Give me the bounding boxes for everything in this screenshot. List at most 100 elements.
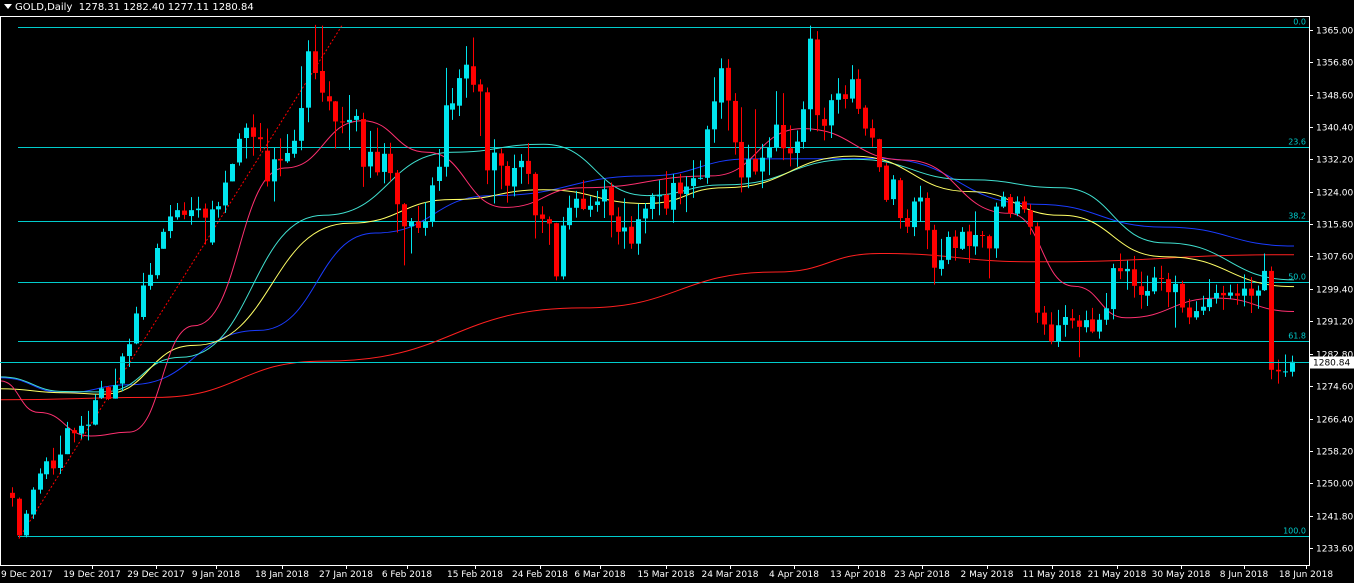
candle-body <box>1008 197 1013 214</box>
candle-body <box>554 223 559 277</box>
candle-body <box>657 194 662 197</box>
candle-body <box>106 387 111 399</box>
candle <box>863 105 868 136</box>
candle <box>657 180 662 216</box>
candle <box>210 200 215 245</box>
candle-body <box>1194 311 1199 318</box>
candle-body <box>1221 292 1226 296</box>
candle-body <box>829 100 834 126</box>
candle-body <box>616 216 621 232</box>
candle <box>836 78 841 114</box>
candle <box>340 106 345 134</box>
x-tick-label: 27 Jan 2018 <box>319 570 373 580</box>
candle-body <box>327 96 332 102</box>
candle <box>285 134 290 163</box>
candle-body <box>1063 316 1068 325</box>
candle <box>450 87 455 120</box>
candle-body <box>168 216 173 232</box>
candle <box>251 114 256 156</box>
candle-body <box>58 454 63 468</box>
candle-body <box>1235 293 1240 296</box>
candle-body <box>636 219 641 244</box>
candle-body <box>79 425 84 434</box>
candle <box>526 143 531 185</box>
fib-label: 23.6 <box>1288 138 1306 147</box>
fib-label: 61.8 <box>1288 332 1306 341</box>
candle <box>1152 266 1157 295</box>
candle-body <box>540 214 545 219</box>
candle-body <box>450 103 455 110</box>
candle-body <box>361 119 366 167</box>
x-tick-label: 18 Jan 2018 <box>255 570 309 580</box>
candle-body <box>643 208 648 219</box>
candle <box>850 65 855 103</box>
candle-body <box>925 197 930 231</box>
candle-body <box>877 139 882 168</box>
candle <box>223 170 228 213</box>
candle <box>877 138 882 172</box>
candle <box>278 138 283 177</box>
candle-body <box>285 152 290 162</box>
x-tick-label: 6 Mar 2018 <box>574 570 626 580</box>
candle-body <box>815 39 820 116</box>
candle-body <box>203 208 208 218</box>
candle-body <box>602 189 607 202</box>
candle-body <box>561 225 566 277</box>
candle <box>574 190 579 218</box>
fib-label: 38.2 <box>1288 212 1306 221</box>
candle-body <box>567 207 572 226</box>
candle <box>1180 280 1185 313</box>
candle <box>216 201 221 218</box>
candle-body <box>423 221 428 228</box>
candle-body <box>17 498 22 536</box>
candle-body <box>760 157 765 172</box>
candle <box>595 190 600 212</box>
candle-body <box>622 227 627 232</box>
candle-body <box>671 182 676 210</box>
candle <box>1262 253 1267 291</box>
candle <box>664 171 669 215</box>
candle-body <box>1077 320 1082 327</box>
candle-body <box>980 234 985 236</box>
candle-body <box>272 159 277 182</box>
candle <box>148 262 153 290</box>
candle-body <box>753 158 758 172</box>
candle <box>320 25 325 102</box>
x-tick-label: 15 Mar 2018 <box>637 570 694 580</box>
candle <box>843 85 848 109</box>
candle-body <box>870 128 875 138</box>
candle-body <box>822 119 827 126</box>
candle-body <box>182 210 187 215</box>
candle <box>1187 298 1192 325</box>
candlestick-chart[interactable]: 0.023.638.250.061.8100.0 1365.001356.801… <box>0 0 1354 583</box>
candle-body <box>932 229 937 268</box>
candle <box>705 125 710 184</box>
time-axis: 9 Dec 2017 19 Dec 2017 29 Dec 2017 9 Jan 20… <box>1 565 1333 580</box>
y-tick-label: 1307.60 <box>1316 253 1353 263</box>
candle <box>51 447 56 475</box>
candle <box>327 81 332 111</box>
candle <box>1159 265 1164 291</box>
candle <box>423 202 428 236</box>
candle-body <box>368 151 373 167</box>
candle <box>932 224 937 285</box>
candle <box>382 143 387 184</box>
candle-body <box>1283 371 1288 373</box>
candle-body <box>320 70 325 93</box>
candle <box>155 243 160 279</box>
candle <box>753 109 758 175</box>
y-tick-label: 1250.00 <box>1316 480 1353 490</box>
candle <box>960 227 965 250</box>
candle-body <box>175 210 180 218</box>
candle-body <box>430 185 435 222</box>
candle <box>134 306 139 345</box>
candle <box>801 101 806 149</box>
candle <box>478 79 483 137</box>
candle-body <box>801 109 806 142</box>
y-tick-label: 1356.80 <box>1316 59 1353 69</box>
candle <box>38 468 43 494</box>
candle-body <box>863 107 868 129</box>
candle <box>1077 315 1082 358</box>
candle <box>265 128 270 187</box>
candle <box>203 203 208 245</box>
